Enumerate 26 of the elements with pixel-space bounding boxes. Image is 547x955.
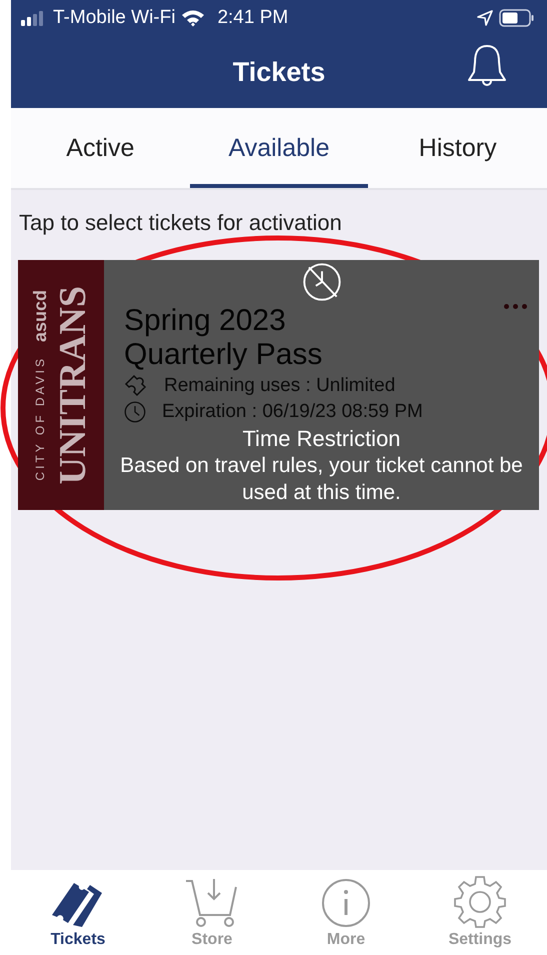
battery-icon <box>499 9 535 27</box>
status-time: 2:41 PM <box>217 7 288 29</box>
segment-tab[interactable]: Active <box>11 108 190 188</box>
ticket-title: Quarterly Pass <box>124 338 322 372</box>
logo-org-text: asucd <box>30 290 50 342</box>
wifi-icon <box>181 9 206 27</box>
clock-icon <box>124 401 146 423</box>
settings-icon <box>453 875 507 929</box>
logo-city-text: CITY OF DAVIS <box>33 356 47 480</box>
toast-message: Based on travel rules, your ticket cannot be used at this time. <box>119 453 524 506</box>
instruction-text: Tap to select tickets for activation <box>19 210 343 236</box>
carrier-name: T-Mobile Wi-Fi <box>53 7 176 29</box>
location-arrow-icon <box>477 10 493 26</box>
notifications-bell-icon[interactable] <box>465 44 509 88</box>
puzzle-icon <box>124 374 148 398</box>
toast-title: Time Restriction <box>242 426 401 452</box>
segment-tab[interactable]: History <box>368 108 547 188</box>
prohibited-clock-icon <box>302 262 342 302</box>
expiration-text: Expiration : 06/19/23 08:59 PM <box>162 401 423 423</box>
info-icon <box>320 877 372 929</box>
ticket-title: Spring 2023 <box>124 304 286 338</box>
remaining-uses-text: Remaining uses : Unlimited <box>164 375 396 397</box>
screen-title: Tickets <box>232 56 326 88</box>
tab-bar-item[interactable]: Tickets <box>28 870 128 955</box>
logo-name-text: UNITRANS <box>52 286 92 484</box>
cart-download-icon <box>184 877 240 929</box>
